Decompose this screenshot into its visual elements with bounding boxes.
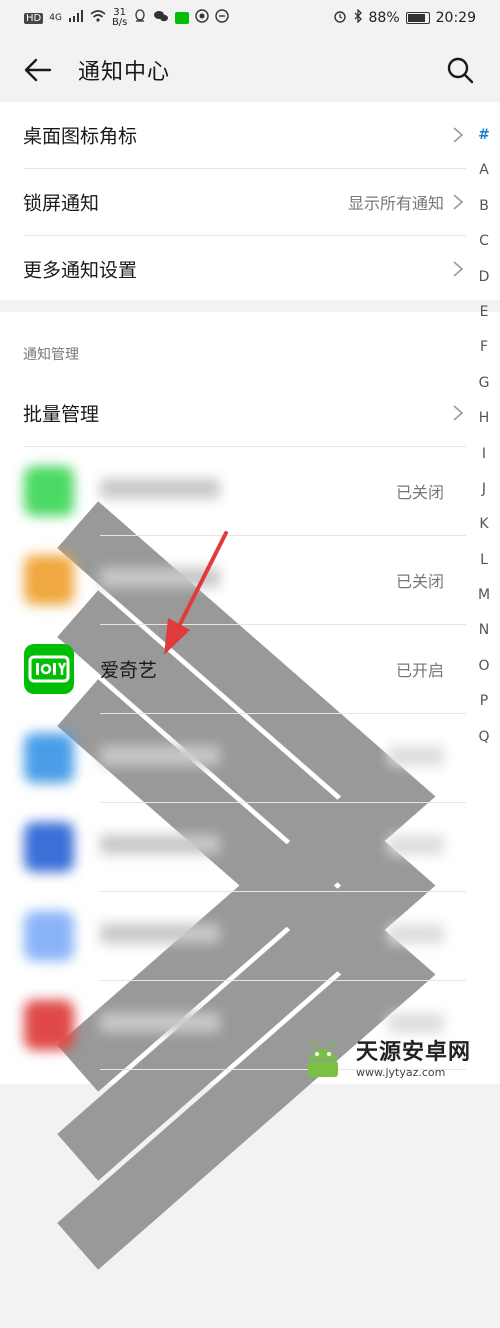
app-name [100, 923, 220, 949]
app-row[interactable]: 已关闭 [0, 536, 466, 1181]
app-name [100, 1012, 220, 1038]
row-label: 批量管理 [23, 403, 100, 426]
index-letter[interactable]: A [468, 153, 500, 188]
app-icon [24, 911, 74, 961]
app-name [100, 478, 220, 504]
speed-unit: B/s [111, 17, 128, 28]
index-letter[interactable]: D [468, 260, 500, 295]
app-name [100, 745, 220, 771]
app-row[interactable]: 爱奇艺 已开启 [0, 625, 466, 1270]
bluetooth-icon [353, 8, 363, 27]
arrow-left-icon [24, 58, 52, 82]
index-letter[interactable]: C [468, 224, 500, 259]
alphabet-index[interactable]: # A B C D E F G H I J K L M N O P Q [468, 118, 500, 755]
watermark-title: 天源安卓网 [356, 1039, 472, 1065]
app-notify-status: 已开启 [395, 661, 444, 680]
android-logo-icon [308, 1040, 338, 1077]
app-row[interactable] [0, 714, 466, 802]
app-icon [24, 555, 74, 605]
settings-card: 桌面图标角标 锁屏通知 显示所有通知 更多通知设置 [0, 102, 500, 300]
row-label: 桌面图标角标 [23, 125, 138, 148]
app-notify-status: 已关闭 [395, 572, 444, 591]
network-badge: 4G [49, 13, 62, 23]
app-notify-status [388, 746, 444, 770]
app-row[interactable] [0, 892, 466, 980]
network-speed: 31 B/s [112, 8, 127, 28]
notification-management-card: 通知管理 批量管理 已关闭 已关闭 爱奇艺 已开启 [0, 312, 500, 1270]
app-name: 爱奇艺 [100, 659, 158, 682]
section-title: 通知管理 [23, 347, 79, 363]
index-letter[interactable]: B [468, 189, 500, 224]
index-letter[interactable]: H [468, 401, 500, 436]
battery-percent: 88% [368, 10, 400, 26]
iqiyi-notify-icon [175, 12, 190, 24]
app-notify-icon [195, 9, 210, 27]
row-label: 锁屏通知 [23, 192, 100, 215]
app-name [100, 834, 220, 860]
app-row[interactable]: 已关闭 [0, 447, 466, 1092]
wifi-icon [90, 10, 106, 26]
clock: 20:29 [435, 10, 476, 26]
iqiyi-logo-icon [28, 655, 70, 683]
search-button[interactable] [444, 54, 476, 86]
status-bar: HD 4G 31 B/s 88% 20:29 [0, 0, 500, 36]
index-letter[interactable]: K [468, 507, 500, 542]
hd-badge: HD [24, 12, 44, 24]
app-notify-status [388, 924, 444, 948]
status-right: 88% 20:29 [333, 8, 476, 27]
page-title: 通知中心 [78, 60, 171, 85]
app-icon [24, 466, 74, 516]
app-name [100, 567, 220, 593]
app-notify-status: 已关闭 [395, 483, 444, 502]
qq-icon [133, 9, 147, 27]
app-bar: 通知中心 [0, 36, 500, 102]
app-icon [24, 822, 74, 872]
signal-icon [68, 10, 84, 26]
app-notify-icon-2 [215, 9, 230, 27]
chevron-right-icon [453, 261, 464, 277]
app-icon [24, 733, 74, 783]
index-letter[interactable]: J [468, 472, 500, 507]
index-letter[interactable]: # [468, 118, 500, 153]
row-badge-settings[interactable]: 桌面图标角标 [0, 102, 466, 168]
wechat-icon [153, 9, 169, 27]
app-icon [24, 1000, 74, 1050]
chevron-right-icon [453, 127, 464, 143]
chevron-right-icon [453, 405, 464, 421]
search-icon [447, 57, 474, 84]
index-letter[interactable]: L [468, 543, 500, 578]
chevron-right-icon [453, 194, 464, 210]
index-letter[interactable]: G [468, 366, 500, 401]
watermark-text: 天源安卓网 www.jytyaz.com [356, 1034, 471, 1079]
row-more-settings[interactable]: 更多通知设置 [0, 236, 466, 302]
row-lockscreen-notify[interactable]: 锁屏通知 显示所有通知 [0, 169, 466, 235]
index-letter[interactable]: Q [468, 720, 500, 755]
row-label: 更多通知设置 [23, 259, 138, 282]
battery-icon [405, 12, 430, 24]
alarm-icon [333, 9, 347, 27]
row-value: 显示所有通知 [347, 194, 444, 213]
index-letter[interactable]: M [468, 578, 500, 613]
index-letter[interactable]: O [468, 649, 500, 684]
watermark-url: www.jytyaz.com [356, 1065, 446, 1079]
iqiyi-icon [24, 644, 74, 694]
watermark: 天源安卓网 www.jytyaz.com [296, 1028, 500, 1084]
row-batch-manage[interactable]: 批量管理 [0, 380, 466, 446]
index-letter[interactable]: P [468, 684, 500, 719]
index-letter[interactable]: I [468, 437, 500, 472]
app-row[interactable] [0, 803, 466, 891]
status-left: HD 4G 31 B/s [24, 8, 230, 28]
back-button[interactable] [22, 54, 54, 86]
index-letter[interactable]: E [468, 295, 500, 330]
index-letter[interactable]: F [468, 330, 500, 365]
index-letter[interactable]: N [468, 613, 500, 648]
app-notify-status [388, 835, 444, 859]
